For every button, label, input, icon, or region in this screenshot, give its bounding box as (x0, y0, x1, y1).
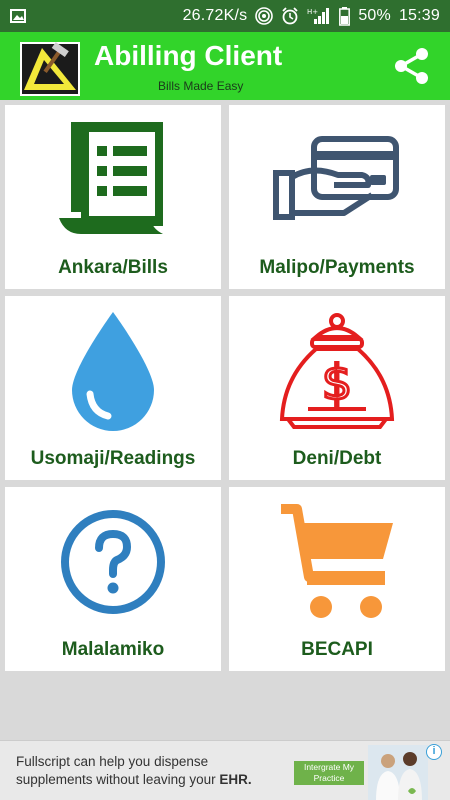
payment-card-hand-icon (273, 136, 399, 220)
shopping-cart-icon (281, 504, 393, 618)
hotspot-icon (255, 7, 274, 25)
tile-bills[interactable]: Ankara/Bills (5, 105, 221, 289)
tile-label: Malipo/Payments (259, 257, 415, 278)
tile-label: Deni/Debt (292, 448, 382, 469)
ad-doctors-image (368, 745, 428, 800)
tile-debt[interactable]: $ Deni/Debt (229, 296, 445, 480)
battery-level: 50% (358, 7, 391, 24)
share-icon[interactable] (392, 46, 432, 86)
tile-label: Malalamiko (61, 639, 165, 660)
water-drop-icon (72, 312, 154, 431)
network-speed: 26.72K/s (182, 7, 248, 24)
help-question-icon (61, 510, 165, 614)
signal-icon: H+ (307, 8, 330, 24)
app-logo-icon (20, 42, 80, 96)
ad-banner[interactable]: Fullscript can help you dispense supplem… (0, 740, 450, 800)
ad-text-line1: Fullscript can help you dispense (16, 754, 209, 769)
tile-complaints[interactable]: Malalamiko (5, 487, 221, 671)
tile-label: Usomaji/Readings (30, 448, 196, 469)
tile-readings[interactable]: Usomaji/Readings (5, 296, 221, 480)
tile-label: Ankara/Bills (58, 257, 168, 278)
tile-label: BECAPI (301, 639, 373, 660)
tile-becapi[interactable]: BECAPI (229, 487, 445, 671)
ad-text-line2: supplements without leaving your (16, 772, 220, 787)
app-subtitle: Bills Made Easy (158, 79, 244, 93)
battery-icon (339, 6, 351, 26)
money-bag-icon: $ (279, 313, 395, 429)
alarm-icon (282, 7, 298, 25)
svg-text:$: $ (322, 355, 353, 411)
ad-text: Fullscript can help you dispense supplem… (16, 753, 252, 789)
app-bar: Abilling Client Bills Made Easy (0, 32, 450, 100)
image-notification-icon (10, 9, 26, 23)
ad-info-icon[interactable]: i (426, 744, 442, 760)
status-bar: 26.72K/s H+ 50% 15:39 (0, 0, 450, 32)
ad-cta-button[interactable]: Intergrate My Practice (294, 761, 364, 785)
svg-text:H+: H+ (307, 8, 318, 16)
bills-icon (59, 122, 163, 234)
ad-text-emphasis: EHR. (219, 772, 252, 787)
app-title: Abilling Client (94, 40, 283, 71)
tile-payments[interactable]: Malipo/Payments (229, 105, 445, 289)
clock: 15:39 (398, 7, 440, 24)
